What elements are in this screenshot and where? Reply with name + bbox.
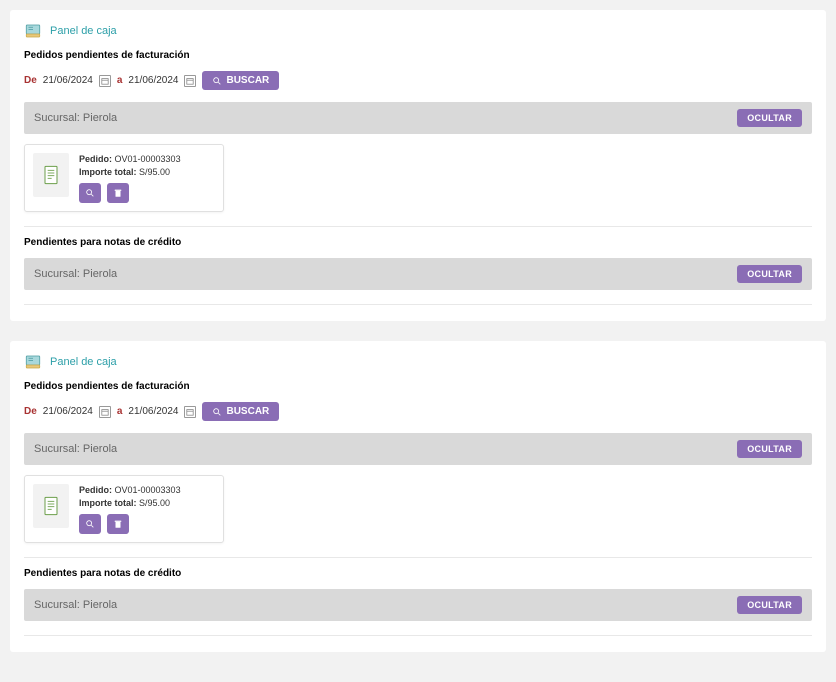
order-actions	[79, 514, 215, 534]
order-card: Pedido: OV01-00003303 Importe total: S/9…	[24, 475, 224, 543]
divider	[24, 226, 812, 227]
divider	[24, 557, 812, 558]
to-label: a	[117, 406, 123, 417]
date-filter-row: De 21/06/2024 a 21/06/2024 BUSCAR	[24, 402, 812, 421]
view-order-button[interactable]	[79, 514, 101, 534]
order-code-line: Pedido: OV01-00003303	[79, 484, 215, 497]
order-info: Pedido: OV01-00003303 Importe total: S/9…	[79, 484, 215, 534]
branch-bar-credit: Sucursal: Pierola OCULTAR	[24, 589, 812, 621]
hide-credit-button[interactable]: OCULTAR	[737, 596, 802, 614]
view-order-button[interactable]	[79, 183, 101, 203]
order-info: Pedido: OV01-00003303 Importe total: S/9…	[79, 153, 215, 203]
search-button-label: BUSCAR	[226, 75, 269, 86]
branch-credit-label: Sucursal: Pierola	[34, 268, 117, 280]
order-actions	[79, 183, 215, 203]
order-amount-line: Importe total: S/95.00	[79, 166, 215, 179]
panel-header: Panel de caja	[24, 353, 812, 371]
divider	[24, 304, 812, 305]
date-to-value: 21/06/2024	[128, 75, 178, 86]
hide-branch-button[interactable]: OCULTAR	[737, 109, 802, 127]
from-label: De	[24, 75, 37, 86]
date-to-value: 21/06/2024	[128, 406, 178, 417]
calendar-from-icon[interactable]	[99, 75, 111, 87]
from-label: De	[24, 406, 37, 417]
section-billing-label: Pedidos pendientes de facturación	[24, 381, 812, 392]
branch-credit-label: Sucursal: Pierola	[34, 599, 117, 611]
branch-label: Sucursal: Pierola	[34, 443, 117, 455]
date-from-value: 21/06/2024	[43, 75, 93, 86]
panel-header: Panel de caja	[24, 22, 812, 40]
section-billing-label: Pedidos pendientes de facturación	[24, 50, 812, 61]
branch-label: Sucursal: Pierola	[34, 112, 117, 124]
delete-order-button[interactable]	[107, 514, 129, 534]
date-from-value: 21/06/2024	[43, 406, 93, 417]
cashier-panel: Panel de caja Pedidos pendientes de fact…	[10, 341, 826, 652]
order-amount-line: Importe total: S/95.00	[79, 497, 215, 510]
calendar-to-icon[interactable]	[184, 75, 196, 87]
search-button[interactable]: BUSCAR	[202, 402, 279, 421]
branch-bar-billing: Sucursal: Pierola OCULTAR	[24, 102, 812, 134]
divider	[24, 635, 812, 636]
calendar-to-icon[interactable]	[184, 406, 196, 418]
hide-credit-button[interactable]: OCULTAR	[737, 265, 802, 283]
invoice-icon	[33, 153, 69, 197]
cashier-panel: Panel de caja Pedidos pendientes de fact…	[10, 10, 826, 321]
cashier-icon	[24, 22, 42, 40]
section-credit-label: Pendientes para notas de crédito	[24, 568, 812, 579]
calendar-from-icon[interactable]	[99, 406, 111, 418]
panel-title[interactable]: Panel de caja	[50, 356, 117, 368]
hide-branch-button[interactable]: OCULTAR	[737, 440, 802, 458]
section-credit-label: Pendientes para notas de crédito	[24, 237, 812, 248]
search-button[interactable]: BUSCAR	[202, 71, 279, 90]
order-card: Pedido: OV01-00003303 Importe total: S/9…	[24, 144, 224, 212]
to-label: a	[117, 75, 123, 86]
invoice-icon	[33, 484, 69, 528]
cashier-icon	[24, 353, 42, 371]
search-button-label: BUSCAR	[226, 406, 269, 417]
branch-bar-billing: Sucursal: Pierola OCULTAR	[24, 433, 812, 465]
order-code-line: Pedido: OV01-00003303	[79, 153, 215, 166]
branch-bar-credit: Sucursal: Pierola OCULTAR	[24, 258, 812, 290]
delete-order-button[interactable]	[107, 183, 129, 203]
date-filter-row: De 21/06/2024 a 21/06/2024 BUSCAR	[24, 71, 812, 90]
panel-title[interactable]: Panel de caja	[50, 25, 117, 37]
